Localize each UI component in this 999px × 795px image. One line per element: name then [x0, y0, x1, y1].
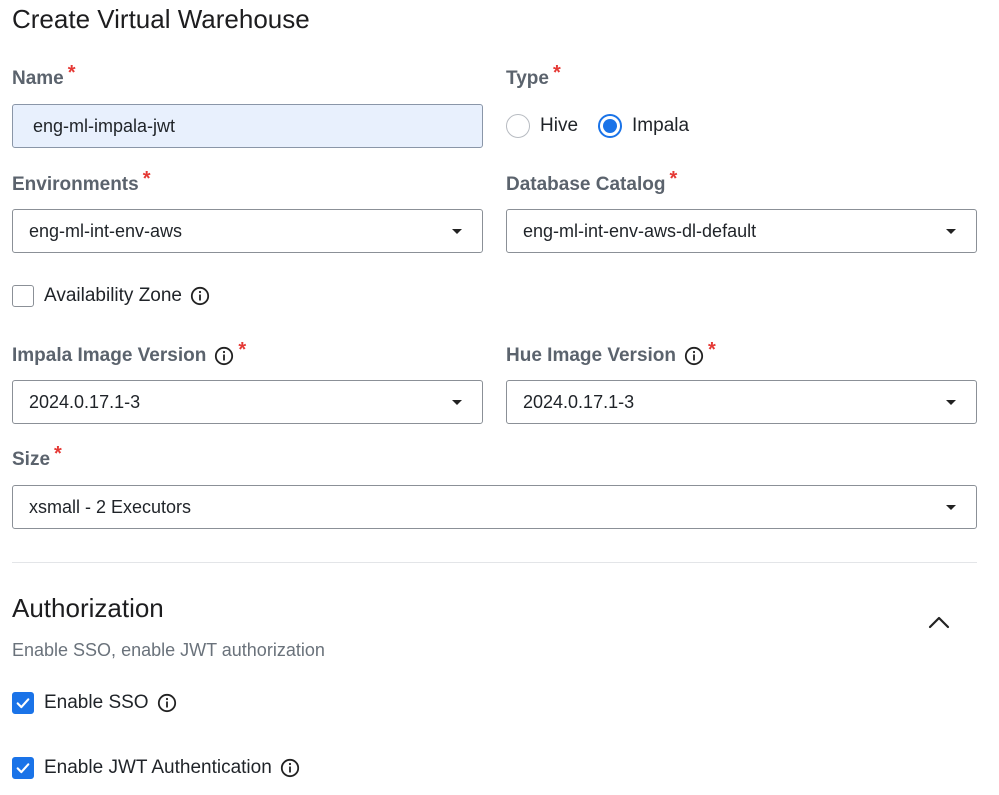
enable-jwt-row: Enable JWT Authentication — [12, 757, 300, 779]
database-catalog-select-value: eng-ml-int-env-aws-dl-default — [523, 220, 757, 241]
type-label: Type * — [506, 62, 561, 90]
caret-down-icon — [946, 399, 956, 405]
database-catalog-label-text: Database Catalog — [506, 173, 666, 195]
required-asterisk: * — [142, 168, 151, 190]
authorization-title: Authorization — [12, 593, 164, 623]
required-asterisk: * — [669, 168, 678, 190]
caret-down-icon — [946, 504, 956, 510]
caret-down-icon — [946, 228, 956, 234]
required-asterisk: * — [54, 443, 62, 465]
hue-image-version-label: Hue Image Version * — [506, 339, 716, 367]
impala-image-version-label: Impala Image Version * — [12, 339, 246, 367]
checkmark-icon — [16, 698, 30, 709]
info-icon[interactable] — [157, 693, 177, 713]
enable-jwt-label: Enable JWT Authentication — [44, 757, 272, 778]
name-label: Name * — [12, 62, 76, 90]
size-label: Size * — [12, 443, 62, 471]
info-icon[interactable] — [280, 758, 300, 778]
info-icon[interactable] — [190, 286, 210, 306]
database-catalog-select[interactable]: eng-ml-int-env-aws-dl-default — [506, 209, 977, 253]
type-label-text: Type — [506, 67, 549, 89]
radio-selected-dot — [603, 119, 618, 133]
required-asterisk: * — [708, 339, 716, 361]
environments-select[interactable]: eng-ml-int-env-aws — [12, 209, 483, 253]
availability-zone-checkbox[interactable] — [12, 285, 34, 307]
size-select[interactable]: xsmall - 2 Executors — [12, 485, 977, 529]
radio-hive[interactable] — [506, 114, 530, 138]
checkmark-icon — [16, 763, 30, 774]
type-option-impala[interactable]: Impala — [598, 114, 689, 138]
info-icon[interactable] — [214, 346, 234, 366]
radio-impala-label: Impala — [632, 115, 690, 136]
enable-sso-label: Enable SSO — [44, 692, 149, 713]
impala-image-version-label-text: Impala Image Version — [12, 344, 207, 366]
size-label-text: Size — [12, 448, 51, 470]
hue-image-version-select[interactable]: 2024.0.17.1-3 — [506, 380, 977, 424]
name-input-value: eng-ml-impala-jwt — [33, 115, 176, 136]
authorization-subtitle: Enable SSO, enable JWT authorization — [12, 640, 325, 660]
radio-impala[interactable] — [598, 114, 623, 138]
impala-image-version-select-value: 2024.0.17.1-3 — [29, 391, 141, 412]
hue-image-version-label-text: Hue Image Version — [506, 344, 677, 366]
availability-zone-row: Availability Zone — [12, 285, 210, 307]
caret-down-icon — [452, 399, 462, 405]
required-asterisk: * — [238, 339, 247, 361]
required-asterisk: * — [552, 62, 561, 84]
availability-zone-label: Availability Zone — [44, 285, 183, 306]
size-select-value: xsmall - 2 Executors — [29, 496, 192, 517]
enable-sso-row: Enable SSO — [12, 692, 177, 714]
required-asterisk: * — [67, 62, 76, 84]
enable-sso-checkbox[interactable] — [12, 692, 34, 714]
caret-down-icon — [452, 228, 462, 234]
radio-hive-label: Hive — [540, 115, 579, 136]
environments-label-text: Environments — [12, 173, 139, 195]
name-input[interactable]: eng-ml-impala-jwt — [12, 104, 483, 148]
environments-select-value: eng-ml-int-env-aws — [29, 220, 183, 241]
impala-image-version-select[interactable]: 2024.0.17.1-3 — [12, 380, 483, 424]
database-catalog-label: Database Catalog * — [506, 168, 677, 196]
type-option-hive[interactable]: Hive — [506, 114, 578, 138]
enable-jwt-checkbox[interactable] — [12, 757, 34, 779]
section-divider — [12, 562, 977, 563]
type-radio-group: Hive Impala — [506, 114, 689, 138]
info-icon[interactable] — [684, 346, 704, 366]
page-title: Create Virtual Warehouse — [12, 4, 310, 34]
environments-label: Environments * — [12, 168, 151, 196]
hue-image-version-select-value: 2024.0.17.1-3 — [523, 391, 635, 412]
chevron-up-icon[interactable] — [926, 611, 952, 633]
name-label-text: Name — [12, 67, 64, 89]
